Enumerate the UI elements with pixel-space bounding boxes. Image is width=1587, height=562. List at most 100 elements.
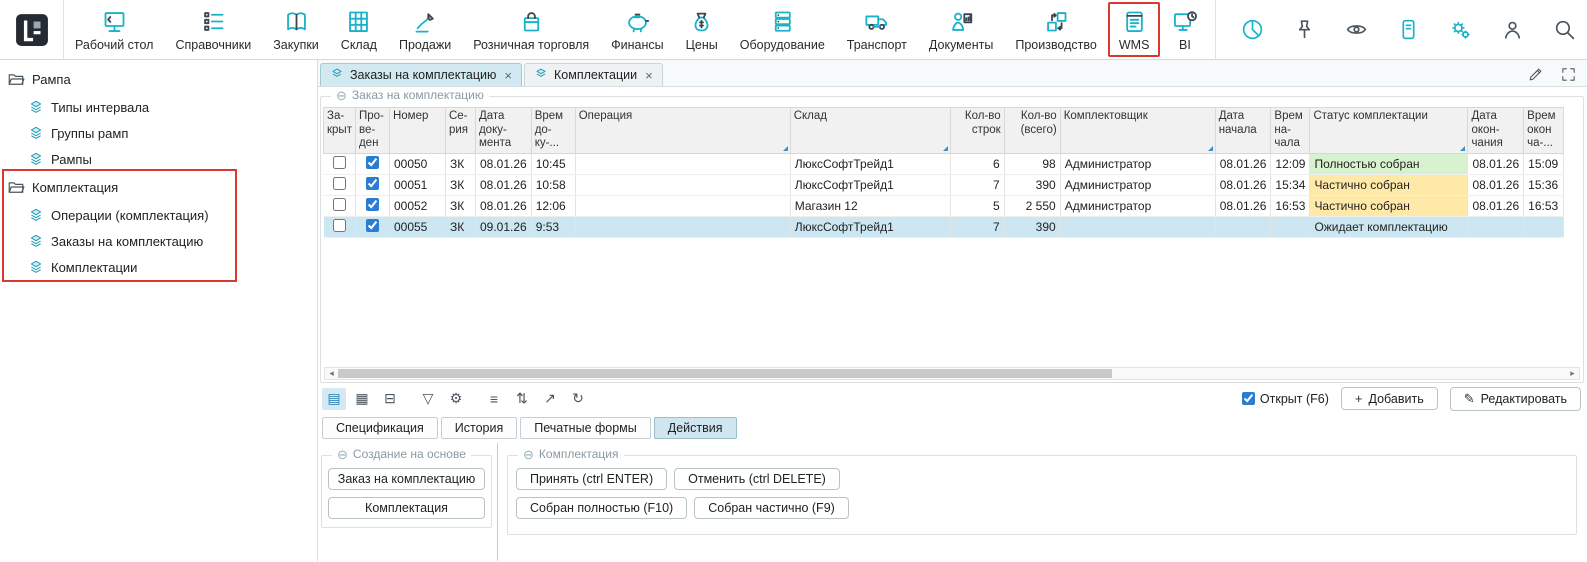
eye-icon[interactable] [1344,17,1369,42]
fully-picked-button[interactable]: Собран полностью (F10) [516,497,687,519]
nav-item-warehouse[interactable]: Склад [330,0,388,59]
nav-item-prices[interactable]: Цены [675,0,729,59]
mobile-chat-icon[interactable] [1396,17,1421,42]
nav-item-purchases[interactable]: Закупки [262,0,330,59]
nav-item-desktop[interactable]: Рабочий стол [64,0,164,59]
column-header-posted[interactable]: Про- ве- ден [355,108,389,154]
nav-item-sales[interactable]: Продажи [388,0,462,59]
posted-checkbox[interactable] [366,177,379,190]
horizontal-scrollbar[interactable]: ◂ ▸ [324,367,1580,380]
order-row[interactable]: 00051ЗК08.01.2610:58ЛюксСофтТрейд17390Ад… [324,175,1564,196]
nav-item-equipment[interactable]: Оборудование [729,0,836,59]
column-header-start_date[interactable]: Дата начала [1215,108,1271,154]
view-list-icon[interactable]: ▤ [322,388,346,410]
view-grid-icon[interactable]: ▦ [350,388,374,410]
column-header-status[interactable]: Статус комплектации [1310,108,1468,154]
layers-diamond-icon [28,125,44,141]
calendar-icon[interactable]: ⊟ [378,388,402,410]
tab-close-icon[interactable]: × [645,68,653,83]
sidebar-group-header-ramp[interactable]: Рампа [0,64,317,94]
pie-clock-icon[interactable] [1240,17,1265,42]
open-checkbox-input[interactable] [1242,392,1255,405]
column-header-number[interactable]: Номер [389,108,445,154]
cell-start_time: 15:34 [1271,175,1310,196]
nav-item-retail[interactable]: Розничная торговля [462,0,600,59]
subtab-history[interactable]: История [441,417,517,439]
nav-item-wms[interactable]: WMS [1108,0,1161,59]
app-logo[interactable] [0,0,64,59]
column-header-qty_total[interactable]: Кол-во (всего) [1004,108,1060,154]
pin-icon[interactable] [1292,17,1317,42]
sidebar-item-picking-orders[interactable]: Заказы на комплектацию [0,228,317,254]
column-header-end_date[interactable]: Дата окон- чания [1468,108,1524,154]
plus-icon: + [1355,391,1363,406]
column-header-rows_count[interactable]: Кол-во строк [950,108,1004,154]
nav-item-documents[interactable]: Документы [918,0,1004,59]
column-header-picker[interactable]: Комплектовщик [1060,108,1215,154]
numbered-list-icon[interactable]: ≡ [482,388,506,410]
sidebar-item-ramp-groups[interactable]: Группы рамп [0,120,317,146]
accept-button[interactable]: Принять (ctrl ENTER) [516,468,667,490]
add-button[interactable]: + Добавить [1341,387,1438,410]
create-picking-order-button[interactable]: Заказ на комплектацию [328,468,485,490]
edit-button[interactable]: ✎ Редактировать [1450,387,1581,411]
scrollbar-thumb[interactable] [338,369,1112,378]
order-row[interactable]: 00055ЗК09.01.269:53ЛюксСофтТрейд17390Ожи… [324,217,1564,238]
closed-checkbox[interactable] [333,156,346,169]
refresh-icon[interactable]: ↻ [566,388,590,410]
column-header-doc_date[interactable]: Дата доку- мента [475,108,531,154]
cell-end_date: 08.01.26 [1468,175,1524,196]
tab-close-icon[interactable]: × [504,68,512,83]
sidebar-item-picking-operations[interactable]: Операции (комплектация) [0,202,317,228]
nav-item-finance[interactable]: Финансы [600,0,674,59]
nav-item-bi[interactable]: BI [1160,0,1209,59]
scroll-left-icon[interactable]: ◂ [325,368,338,379]
open-filter-checkbox[interactable]: Открыт (F6) [1242,392,1329,406]
posted-checkbox[interactable] [366,198,379,211]
collapse-icon[interactable]: ⊖ [337,448,348,461]
fullscreen-icon[interactable] [1560,66,1577,83]
nav-item-production[interactable]: Производство [1004,0,1108,59]
tab-picking-orders[interactable]: Заказы на комплектацию × [320,63,522,86]
gears-icon[interactable] [1448,17,1473,42]
scroll-right-icon[interactable]: ▸ [1566,368,1579,379]
sidebar-item-ramps[interactable]: Рампы [0,146,317,172]
search-icon[interactable] [1552,17,1577,42]
column-header-start_time[interactable]: Врем на- чала [1271,108,1310,154]
edit-pencil-icon[interactable] [1527,66,1544,83]
sidebar-item-pickings[interactable]: Комплектации [0,254,317,280]
order-row[interactable]: 00052ЗК08.01.2612:06Магазин 1252 550Адми… [324,196,1564,217]
export-icon[interactable]: ↗ [538,388,562,410]
subtab-actions[interactable]: Действия [654,417,737,439]
nav-item-transport[interactable]: Транспорт [836,0,918,59]
create-picking-button[interactable]: Комплектация [328,497,485,519]
sort-icon[interactable]: ⇅ [510,388,534,410]
subtab-specification[interactable]: Спецификация [322,417,438,439]
closed-checkbox[interactable] [333,177,346,190]
settings-icon[interactable]: ⚙ [444,388,468,410]
closed-checkbox[interactable] [333,198,346,211]
scrollbar-track[interactable] [338,368,1566,379]
collapse-icon[interactable]: ⊖ [523,448,534,461]
order-row[interactable]: 00050ЗК08.01.2610:45ЛюксСофтТрейд1698Адм… [324,154,1564,175]
closed-checkbox[interactable] [333,219,346,232]
column-header-doc_time[interactable]: Врем до- ку-... [531,108,575,154]
column-header-closed[interactable]: За- крыт [324,108,356,154]
column-header-warehouse[interactable]: Склад [790,108,950,154]
cell-end_date [1468,217,1524,238]
filter-icon[interactable]: ▽ [416,388,440,410]
column-header-series[interactable]: Се- рия [445,108,475,154]
column-header-operation[interactable]: Операция [575,108,790,154]
collapse-icon[interactable]: ⊖ [336,89,347,102]
partially-picked-button[interactable]: Собран частично (F9) [694,497,849,519]
sidebar-item-interval-types[interactable]: Типы интервала [0,94,317,120]
cancel-button[interactable]: Отменить (ctrl DELETE) [674,468,840,490]
nav-item-directories[interactable]: Справочники [164,0,262,59]
sidebar-group-header-picking[interactable]: Комплектация [0,172,317,202]
posted-checkbox[interactable] [366,219,379,232]
subtab-print-forms[interactable]: Печатные формы [520,417,651,439]
user-icon[interactable] [1500,17,1525,42]
tab-pickings[interactable]: Комплектации × [524,63,663,86]
posted-checkbox[interactable] [366,156,379,169]
column-header-end_time[interactable]: Врем окон ча-... [1524,108,1564,154]
